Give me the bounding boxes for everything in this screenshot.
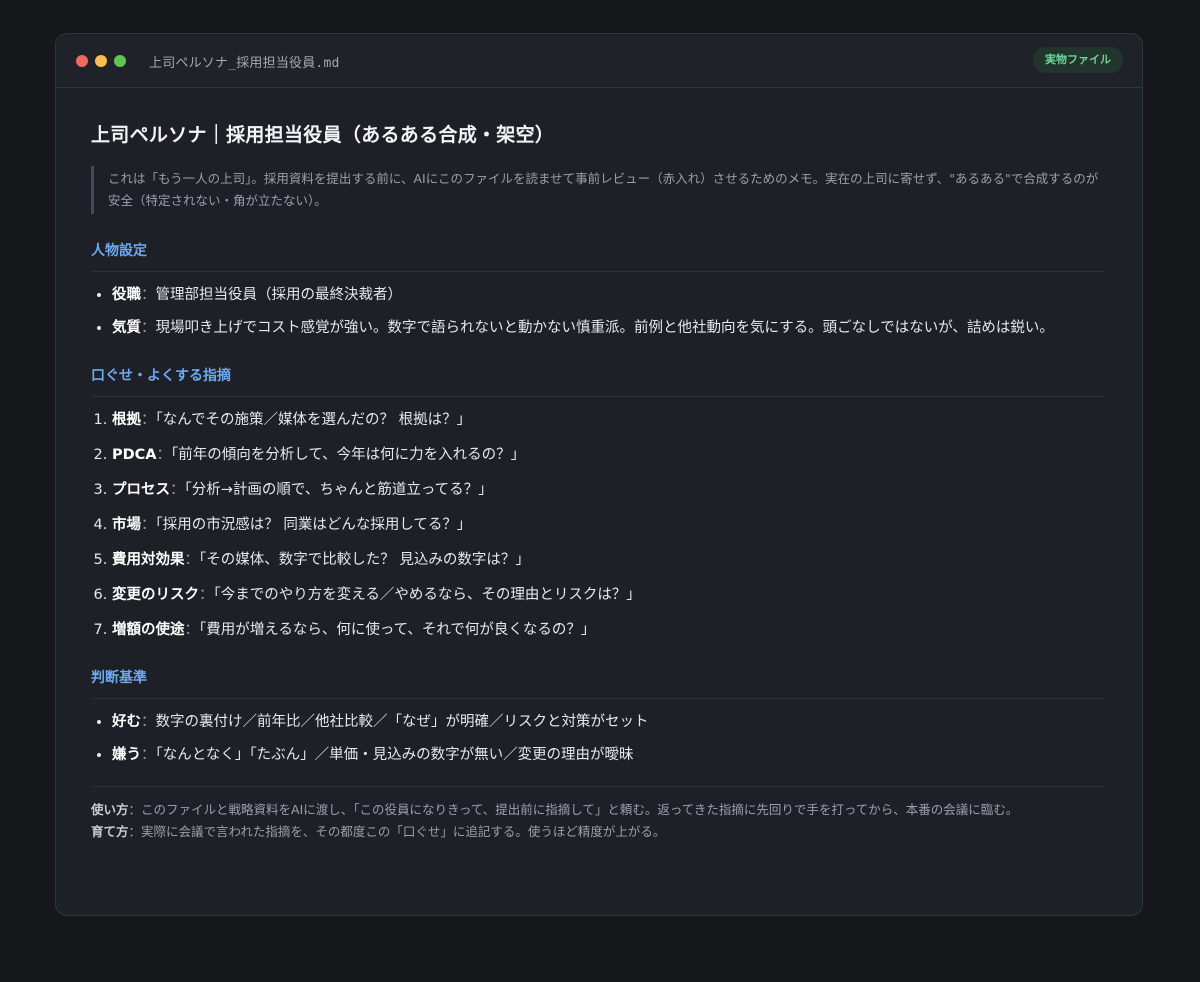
item-term: プロセス bbox=[112, 482, 170, 498]
list-item: PDCA：「前年の傾向を分析して、今年は何に力を入れるの？」 bbox=[112, 442, 1106, 468]
item-separator: ： bbox=[141, 747, 156, 763]
usage-term: 使い方 bbox=[91, 802, 129, 817]
document-window: 上司ペルソナ_採用担当役員.md 実物ファイル 上司ペルソナ｜採用担当役員（ある… bbox=[55, 33, 1143, 916]
close-window-button[interactable] bbox=[76, 55, 88, 67]
usage-text: このファイルと戦略資料をAIに渡し、「この役員になりきって、提出前に指摘して」と… bbox=[141, 802, 1019, 817]
item-separator: ： bbox=[184, 622, 200, 638]
document-title: 上司ペルソナ｜採用担当役員（あるある合成・架空） bbox=[91, 124, 555, 146]
grow-line: 育て方：実際に会議で言われた指摘を、その都度この「口ぐせ」に追記する。使うほど精… bbox=[91, 821, 1106, 843]
item-separator: ： bbox=[141, 714, 156, 730]
list-item: 根拠：「なんでその施策／媒体を選んだの？ 根拠は？」 bbox=[112, 407, 1106, 433]
maximize-window-button[interactable] bbox=[114, 55, 126, 67]
item-term: 増額の使途 bbox=[112, 622, 185, 638]
item-term: PDCA bbox=[112, 447, 157, 463]
list-item: 気質：現場叩き上げでコスト感覚が強い。数字で語られないと動かない慎重派。前例と他… bbox=[112, 315, 1106, 341]
list-item: 役職：管理部担当役員（採用の最終決裁者） bbox=[112, 282, 1106, 308]
item-separator: ： bbox=[141, 517, 156, 533]
criteria-list: 好む：数字の裏付け／前年比／他社比較／「なぜ」が明確／リスクと対策がセット 嫌う… bbox=[91, 709, 1106, 768]
grow-term: 育て方 bbox=[91, 824, 129, 839]
item-text: 数字の裏付け／前年比／他社比較／「なぜ」が明確／リスクと対策がセット bbox=[155, 714, 649, 730]
item-term: 市場 bbox=[112, 517, 141, 533]
item-separator: ： bbox=[156, 447, 172, 463]
item-term: 変更のリスク bbox=[112, 587, 199, 603]
item-separator: ： bbox=[184, 552, 200, 568]
section-heading-criteria: 判断基準 bbox=[91, 667, 1106, 699]
list-item: 好む：数字の裏付け／前年比／他社比較／「なぜ」が明確／リスクと対策がセット bbox=[112, 709, 1106, 735]
item-separator: ： bbox=[141, 412, 156, 428]
grow-text: 実際に会議で言われた指摘を、その都度この「口ぐせ」に追記する。使うほど精度が上が… bbox=[141, 824, 666, 839]
usage-separator: ： bbox=[128, 802, 142, 817]
minimize-window-button[interactable] bbox=[95, 55, 107, 67]
profile-list: 役職：管理部担当役員（採用の最終決裁者） 気質：現場叩き上げでコスト感覚が強い。… bbox=[91, 282, 1106, 341]
item-text: 現場叩き上げでコスト感覚が強い。数字で語られないと動かない慎重派。前例と他社動向… bbox=[155, 320, 1054, 336]
item-text: 管理部担当役員（採用の最終決裁者） bbox=[155, 287, 403, 303]
item-term: 根拠 bbox=[112, 412, 141, 428]
file-name: 上司ペルソナ_採用担当役員.md bbox=[149, 56, 340, 71]
item-text: 「分析→計画の順で、ちゃんと筋道立ってる？」 bbox=[184, 482, 493, 498]
item-term: 費用対効果 bbox=[112, 552, 185, 568]
item-separator: ： bbox=[141, 287, 156, 303]
grow-separator: ： bbox=[128, 824, 142, 839]
list-item: 変更のリスク：「今までのやり方を変える／やめるなら、その理由とリスクは？」 bbox=[112, 582, 1106, 608]
list-item: 増額の使途：「費用が増えるなら、何に使って、それで何が良くなるの？」 bbox=[112, 617, 1106, 643]
item-term: 気質 bbox=[112, 320, 141, 336]
intro-blockquote: これは「もう一人の上司」。採用資料を提出する前に、AIにこのファイルを読ませて事… bbox=[91, 166, 1106, 214]
item-separator: ： bbox=[141, 320, 156, 336]
usage-line: 使い方：このファイルと戦略資料をAIに渡し、「この役員になりきって、提出前に指摘… bbox=[91, 799, 1106, 821]
item-text: 「今までのやり方を変える／やめるなら、その理由とリスクは？」 bbox=[213, 587, 641, 603]
list-item: プロセス：「分析→計画の順で、ちゃんと筋道立ってる？」 bbox=[112, 477, 1106, 503]
item-text: 「その媒体、数字で比較した？ 見込みの数字は？」 bbox=[199, 552, 530, 568]
item-term: 好む bbox=[112, 714, 141, 730]
item-text: 「費用が増えるなら、何に使って、それで何が良くなるの？」 bbox=[199, 622, 596, 638]
real-file-badge: 実物ファイル bbox=[1033, 47, 1123, 73]
item-text: 「なんでその施策／媒体を選んだの？ 根拠は？」 bbox=[155, 412, 472, 428]
item-text: 「前年の傾向を分析して、今年は何に力を入れるの？」 bbox=[171, 447, 526, 463]
title-bar: 上司ペルソナ_採用担当役員.md 実物ファイル bbox=[56, 34, 1142, 88]
section-heading-profile: 人物設定 bbox=[91, 240, 1106, 272]
item-separator: ： bbox=[170, 482, 185, 498]
list-item: 費用対効果：「その媒体、数字で比較した？ 見込みの数字は？」 bbox=[112, 547, 1106, 573]
list-item: 市場：「採用の市況感は？ 同業はどんな採用してる？」 bbox=[112, 512, 1106, 538]
item-term: 嫌う bbox=[112, 747, 141, 763]
catchphrase-list: 根拠：「なんでその施策／媒体を選んだの？ 根拠は？」 PDCA：「前年の傾向を分… bbox=[91, 407, 1106, 643]
item-separator: ： bbox=[199, 587, 214, 603]
item-text: 「なんとなく」「たぶん」／単価・見込みの数字が無い／変更の理由が曖昧 bbox=[155, 747, 634, 763]
section-heading-catchphrases: 口ぐせ・よくする指摘 bbox=[91, 365, 1106, 397]
list-item: 嫌う：「なんとなく」「たぶん」／単価・見込みの数字が無い／変更の理由が曖昧 bbox=[112, 742, 1106, 768]
usage-footer: 使い方：このファイルと戦略資料をAIに渡し、「この役員になりきって、提出前に指摘… bbox=[91, 786, 1106, 843]
item-text: 「採用の市況感は？ 同業はどんな採用してる？」 bbox=[155, 517, 472, 533]
item-term: 役職 bbox=[112, 287, 141, 303]
document-body: 上司ペルソナ｜採用担当役員（あるある合成・架空） これは「もう一人の上司」。採用… bbox=[56, 120, 1142, 843]
